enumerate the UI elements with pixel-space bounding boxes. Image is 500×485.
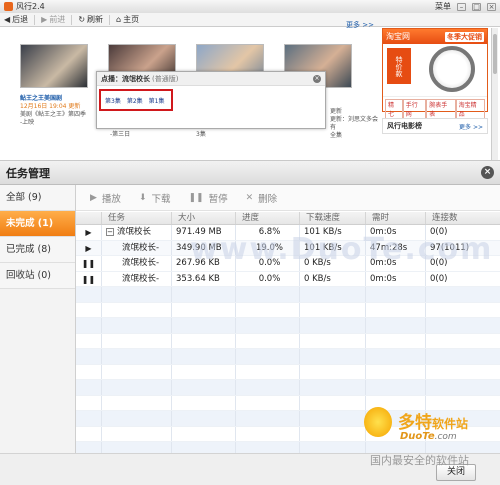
sidebar-item-incomplete[interactable]: 未完成 (1) bbox=[0, 211, 75, 237]
app-title: 风行2.4 bbox=[16, 2, 45, 11]
empty-row bbox=[76, 380, 500, 396]
sidebar-item-completed[interactable]: 已完成 (8) bbox=[0, 237, 75, 263]
task-connections: 0(0) bbox=[430, 273, 448, 284]
task-action-bar: ▶ 播放 ⬇ 下载 ❚❚ 暂停 ✕ 删除 bbox=[76, 185, 500, 211]
maximize-icon[interactable]: □ bbox=[472, 2, 481, 11]
more-link[interactable]: 更多 >> bbox=[346, 20, 374, 30]
watermark-slogan: 国内最安全的软件站 bbox=[370, 454, 469, 467]
task-manager-title: 任务管理 bbox=[0, 161, 500, 185]
task-name: 流氓校长- bbox=[122, 258, 160, 268]
popup-title: 点播：流氓校长 bbox=[101, 74, 150, 83]
empty-row bbox=[76, 302, 500, 318]
ad-link[interactable]: 精七 bbox=[385, 99, 403, 119]
empty-row bbox=[76, 364, 500, 380]
ad-link[interactable]: 手行网 bbox=[402, 99, 427, 119]
play-icon[interactable]: ▶ bbox=[76, 225, 102, 240]
column-header-connections[interactable]: 连接数 bbox=[426, 212, 500, 224]
ad-link[interactable]: 淘宝精品 bbox=[455, 99, 485, 119]
column-header-speed[interactable]: 下载速度 bbox=[300, 212, 366, 224]
play-icon[interactable]: ▶ bbox=[76, 240, 102, 255]
home-icon: ⌂ bbox=[116, 15, 122, 24]
episode-link[interactable]: 第1集 bbox=[149, 96, 165, 105]
empty-row bbox=[76, 318, 500, 334]
video-caption: 鲇王之王美国剧 12月16日 19:04 更新 美剧《鲇王之王》第四季 -上映 bbox=[20, 95, 92, 127]
task-speed: 0 KB/s bbox=[300, 271, 366, 286]
episode-link[interactable]: 第2集 bbox=[127, 96, 143, 105]
task-name: 流氓校长- bbox=[122, 273, 160, 284]
pause-icon[interactable]: ❚❚ bbox=[76, 256, 102, 271]
ad-link[interactable]: 腕表手表 bbox=[426, 99, 456, 119]
forward-button[interactable]: ▶ 前进 bbox=[41, 14, 65, 25]
play-button[interactable]: ▶ 播放 bbox=[90, 191, 121, 205]
watermark-logo-icon bbox=[364, 407, 392, 437]
download-button[interactable]: ⬇ 下载 bbox=[139, 191, 171, 205]
pause-button[interactable]: ❚❚ 暂停 bbox=[189, 191, 228, 205]
video-caption: 更新 更新：刘思文多会有 全集 bbox=[330, 108, 379, 139]
rank-more-link[interactable]: 更多 >> bbox=[459, 122, 483, 131]
taobao-ad-banner[interactable]: 淘宝网 冬季大促销 特价款 精七 手行网 腕表手表 淘宝精品 bbox=[382, 28, 488, 119]
minimize-icon[interactable]: – bbox=[457, 2, 466, 11]
empty-row bbox=[76, 333, 500, 349]
column-header-time[interactable]: 需时 bbox=[366, 212, 426, 224]
task-time: 0m:0s bbox=[366, 271, 426, 286]
pause-icon[interactable]: ❚❚ bbox=[76, 271, 102, 286]
delete-icon: ✕ bbox=[245, 192, 254, 203]
rank-title: 风行电影榜 bbox=[387, 122, 422, 130]
caption-text: 美剧《鲇王之王》第四季 bbox=[20, 111, 87, 118]
ad-brand: 淘宝网 bbox=[386, 32, 410, 41]
pause-icon: ❚❚ bbox=[188, 192, 204, 203]
delete-button[interactable]: ✕ 删除 bbox=[246, 191, 278, 205]
close-icon[interactable]: × bbox=[487, 2, 496, 11]
column-header-size[interactable]: 大小 bbox=[172, 212, 236, 224]
window-close-icon[interactable]: × bbox=[481, 166, 494, 179]
forward-arrow-icon: ▶ bbox=[41, 15, 48, 24]
caption-title[interactable]: 鲇王之王美国剧 bbox=[20, 95, 92, 103]
refresh-icon: ↻ bbox=[78, 15, 86, 24]
task-name: 流氓校长 bbox=[117, 227, 152, 237]
app-logo-icon bbox=[4, 2, 13, 11]
ad-badge: 冬季大促销 bbox=[445, 31, 484, 42]
browser-app-window: 风行2.4 菜单 – □ × ◀ 后退 ▶ 前进 ↻ 刷新 ⌂ 主页 更多 >> 鲇王之… bbox=[0, 0, 500, 160]
sidebar-item-all[interactable]: 全部 (9) bbox=[0, 185, 75, 211]
watermark-site: www.DuoTe.com bbox=[190, 232, 494, 267]
column-header-task[interactable]: 任务 bbox=[102, 212, 172, 224]
watermark-brand: 多特软件站 bbox=[398, 413, 469, 433]
refresh-button[interactable]: ↻ 刷新 bbox=[78, 14, 103, 25]
watermark-domain: DuoTe.com bbox=[400, 431, 457, 442]
episode-link[interactable]: 第3集 bbox=[105, 96, 121, 105]
browser-toolbar: ◀ 后退 ▶ 前进 ↻ 刷新 ⌂ 主页 bbox=[0, 13, 500, 27]
home-button[interactable]: ⌂ 主页 bbox=[116, 14, 139, 25]
back-button[interactable]: ◀ 后退 bbox=[4, 14, 28, 25]
task-name: 流氓校长- bbox=[122, 242, 160, 253]
movie-rank-header: 风行电影榜 更多 >> bbox=[382, 118, 488, 134]
scrollbar[interactable] bbox=[491, 28, 498, 160]
popup-subtitle: (普通版) bbox=[152, 74, 179, 83]
download-icon: ⬇ bbox=[138, 192, 147, 203]
task-progress: 0.0% bbox=[236, 271, 300, 286]
collapse-icon[interactable]: − bbox=[106, 227, 114, 236]
back-arrow-icon: ◀ bbox=[4, 15, 11, 24]
ad-tag: 特价款 bbox=[387, 48, 411, 84]
caption-date: 12月16日 19:04 更新 bbox=[20, 103, 81, 110]
app-titlebar: 风行2.4 菜单 – □ × bbox=[0, 0, 500, 13]
menu-button[interactable]: 菜单 bbox=[435, 1, 451, 12]
task-category-sidebar: 全部 (9) 未完成 (1) 已完成 (8) 回收站 (0) bbox=[0, 185, 76, 453]
sidebar-item-recycle-bin[interactable]: 回收站 (0) bbox=[0, 263, 75, 289]
episode-list: 第3集 第2集 第1集 bbox=[99, 89, 173, 111]
table-row[interactable]: ❚❚ 流氓校长- 353.64 KB 0.0% 0 KB/s 0m:0s 0(0… bbox=[76, 271, 500, 287]
popup-close-icon[interactable]: × bbox=[313, 74, 321, 83]
empty-row bbox=[76, 349, 500, 365]
watch-image bbox=[429, 46, 475, 92]
empty-row bbox=[76, 287, 500, 303]
caption-text: -上映 bbox=[20, 119, 35, 126]
play-icon: ▶ bbox=[90, 192, 97, 203]
video-thumbnail[interactable] bbox=[20, 44, 88, 88]
task-size: 353.64 KB bbox=[172, 271, 236, 286]
scrollbar-thumb[interactable] bbox=[493, 34, 497, 74]
column-header-progress[interactable]: 进度 bbox=[236, 212, 300, 224]
play-episode-popup: 点播：流氓校长 (普通版) × 第3集 第2集 第1集 bbox=[96, 71, 326, 129]
table-header: 任务 大小 进度 下载速度 需时 连接数 bbox=[76, 212, 500, 225]
